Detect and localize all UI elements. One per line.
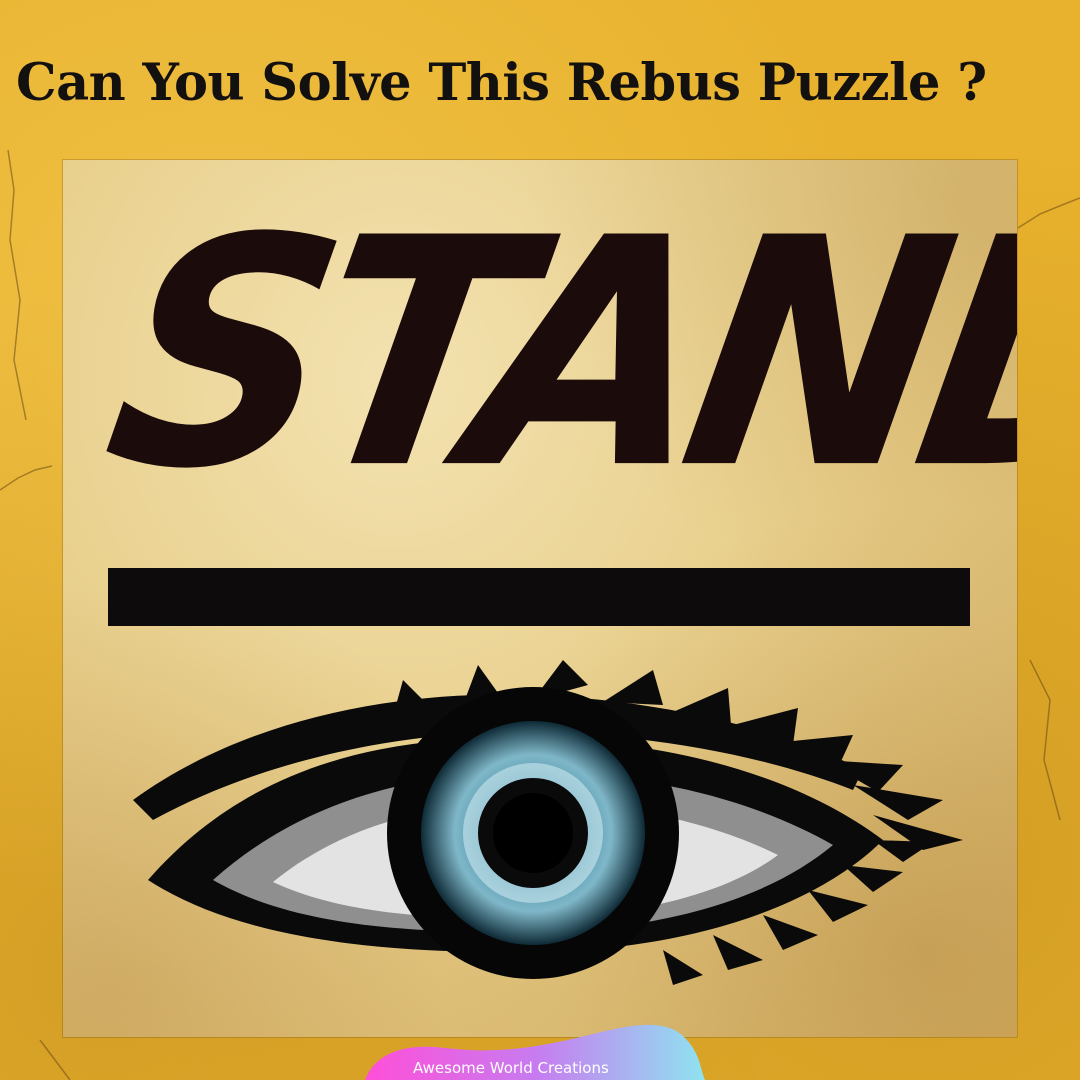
page-title: Can You Solve This Rebus Puzzle ? — [16, 53, 987, 113]
rebus-panel: STAND — [63, 160, 1017, 1037]
watermark-text: Awesome World Creations — [413, 1059, 609, 1077]
eye-illustration — [133, 660, 963, 985]
